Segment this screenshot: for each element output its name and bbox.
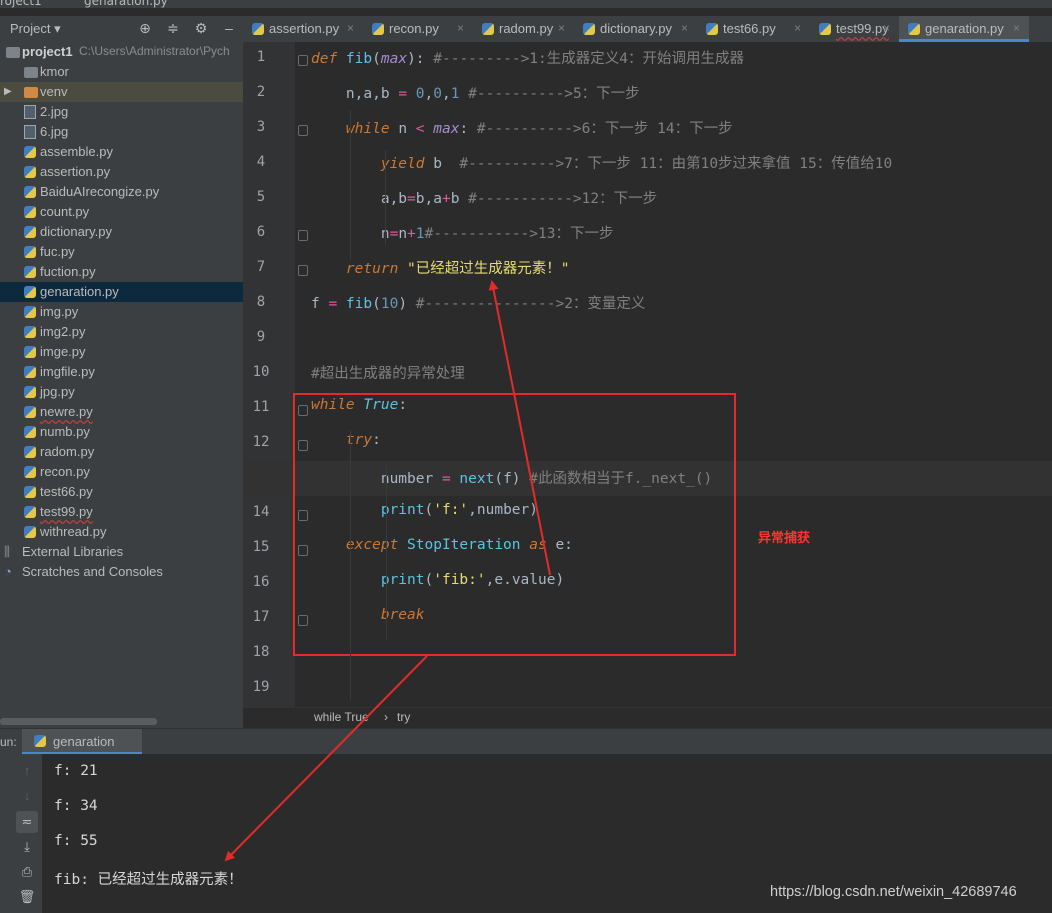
arrow-to-return <box>488 280 551 576</box>
arrow-to-output <box>224 655 428 862</box>
fold-marker-icon[interactable] <box>298 125 308 136</box>
indent-guide <box>386 465 387 640</box>
fold-marker-icon[interactable] <box>298 55 308 66</box>
fold-marker-icon[interactable] <box>298 440 308 451</box>
fold-marker-icon[interactable] <box>298 405 308 416</box>
fold-marker-icon[interactable] <box>298 545 308 556</box>
fold-marker-icon[interactable] <box>298 265 308 276</box>
indent-guide <box>385 150 386 245</box>
fold-end-icon[interactable] <box>298 510 308 521</box>
indent-guide <box>350 430 351 670</box>
fold-end-icon[interactable] <box>298 230 308 241</box>
watermark: https://blog.csdn.net/weixin_42689746 <box>770 884 1017 900</box>
fold-end-icon[interactable] <box>298 615 308 626</box>
indent-guide <box>350 110 351 260</box>
indent-guide <box>350 640 351 700</box>
annotation-arrows <box>224 280 551 862</box>
